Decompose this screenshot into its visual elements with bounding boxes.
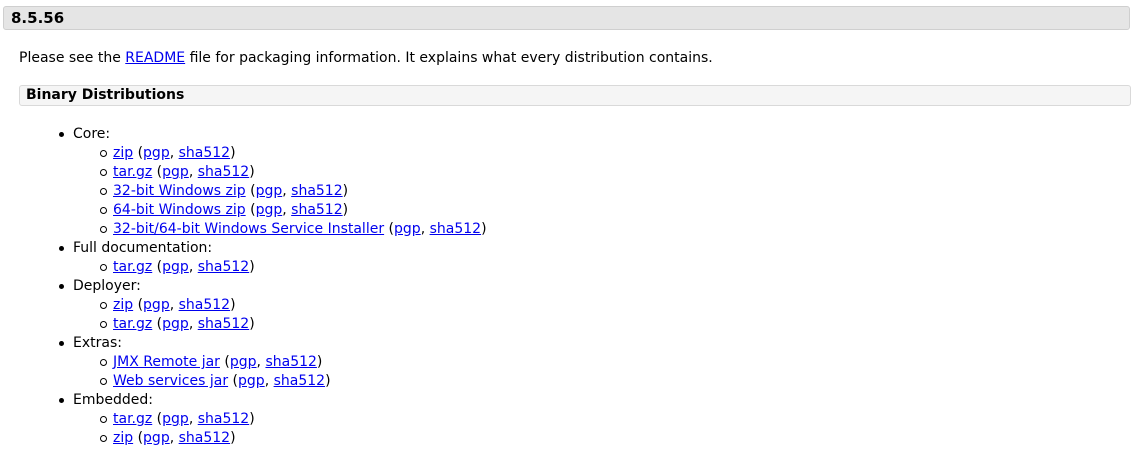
sha512-link[interactable]: sha512 xyxy=(291,183,342,199)
download-item: tar.gz (pgp, sha512) xyxy=(100,163,487,182)
docs-targz-link[interactable]: tar.gz xyxy=(113,259,152,275)
core-targz-link[interactable]: tar.gz xyxy=(113,164,152,180)
pgp-link[interactable]: pgp xyxy=(143,297,170,313)
group-extras: Extras: JMX Remote jar (pgp, sha512) Web… xyxy=(59,334,487,391)
pgp-link[interactable]: pgp xyxy=(162,259,189,275)
download-item: tar.gz (pgp, sha512) xyxy=(100,258,487,277)
pgp-link[interactable]: pgp xyxy=(256,183,283,199)
pgp-link[interactable]: pgp xyxy=(143,430,170,446)
sha512-link[interactable]: sha512 xyxy=(274,373,325,389)
group-label: Deployer: xyxy=(73,278,141,294)
jmx-remote-jar-link[interactable]: JMX Remote jar xyxy=(113,354,220,370)
pgp-link[interactable]: pgp xyxy=(162,411,189,427)
group-full-documentation: Full documentation: tar.gz (pgp, sha512) xyxy=(59,239,487,277)
group-core: Core: zip (pgp, sha512) tar.gz (pgp, sha… xyxy=(59,125,487,239)
download-item: 64-bit Windows zip (pgp, sha512) xyxy=(100,201,487,220)
group-label: Extras: xyxy=(73,335,122,351)
embedded-targz-link[interactable]: tar.gz xyxy=(113,411,152,427)
core-win64-zip-link[interactable]: 64-bit Windows zip xyxy=(113,202,246,218)
sha512-link[interactable]: sha512 xyxy=(265,354,316,370)
pgp-link[interactable]: pgp xyxy=(162,164,189,180)
group-label: Core: xyxy=(73,126,111,142)
sha512-link[interactable]: sha512 xyxy=(198,259,249,275)
pgp-link[interactable]: pgp xyxy=(230,354,257,370)
sha512-link[interactable]: sha512 xyxy=(198,316,249,332)
pgp-link[interactable]: pgp xyxy=(143,145,170,161)
embedded-zip-link[interactable]: zip xyxy=(113,430,133,446)
deployer-targz-link[interactable]: tar.gz xyxy=(113,316,152,332)
sha512-link[interactable]: sha512 xyxy=(291,202,342,218)
pgp-link[interactable]: pgp xyxy=(162,316,189,332)
download-item: JMX Remote jar (pgp, sha512) xyxy=(100,353,487,372)
group-deployer: Deployer: zip (pgp, sha512) tar.gz (pgp,… xyxy=(59,277,487,334)
core-service-installer-link[interactable]: 32-bit/64-bit Windows Service Installer xyxy=(113,221,384,237)
pgp-link[interactable]: pgp xyxy=(256,202,283,218)
download-item: tar.gz (pgp, sha512) xyxy=(100,315,487,334)
sha512-link[interactable]: sha512 xyxy=(198,411,249,427)
group-label: Full documentation: xyxy=(73,240,213,256)
distribution-list: Core: zip (pgp, sha512) tar.gz (pgp, sha… xyxy=(59,125,487,448)
core-win32-zip-link[interactable]: 32-bit Windows zip xyxy=(113,183,246,199)
binary-distributions-header: Binary Distributions xyxy=(19,85,1131,106)
sha512-link[interactable]: sha512 xyxy=(198,164,249,180)
download-item: 32-bit Windows zip (pgp, sha512) xyxy=(100,182,487,201)
web-services-jar-link[interactable]: Web services jar xyxy=(113,373,228,389)
download-item: zip (pgp, sha512) xyxy=(100,429,487,448)
download-item: zip (pgp, sha512) xyxy=(100,296,487,315)
sha512-link[interactable]: sha512 xyxy=(179,297,230,313)
readme-link[interactable]: README xyxy=(125,50,185,66)
group-label: Embedded: xyxy=(73,392,153,408)
download-item: 32-bit/64-bit Windows Service Installer … xyxy=(100,221,487,237)
intro-text: Please see the README file for packaging… xyxy=(19,48,713,68)
download-item: tar.gz (pgp, sha512) xyxy=(100,410,487,429)
group-embedded: Embedded: tar.gz (pgp, sha512) zip (pgp,… xyxy=(59,391,487,448)
core-zip-link[interactable]: zip xyxy=(113,145,133,161)
version-header: 8.5.56 xyxy=(3,6,1130,30)
sha512-link[interactable]: sha512 xyxy=(179,145,230,161)
download-item: Web services jar (pgp, sha512) xyxy=(100,372,487,391)
pgp-link[interactable]: pgp xyxy=(238,373,265,389)
download-item: zip (pgp, sha512) xyxy=(100,144,487,163)
sha512-link[interactable]: sha512 xyxy=(430,221,481,237)
pgp-link[interactable]: pgp xyxy=(394,221,421,237)
deployer-zip-link[interactable]: zip xyxy=(113,297,133,313)
sha512-link[interactable]: sha512 xyxy=(179,430,230,446)
intro-after: file for packaging information. It expla… xyxy=(185,50,713,66)
intro-before: Please see the xyxy=(19,50,126,66)
